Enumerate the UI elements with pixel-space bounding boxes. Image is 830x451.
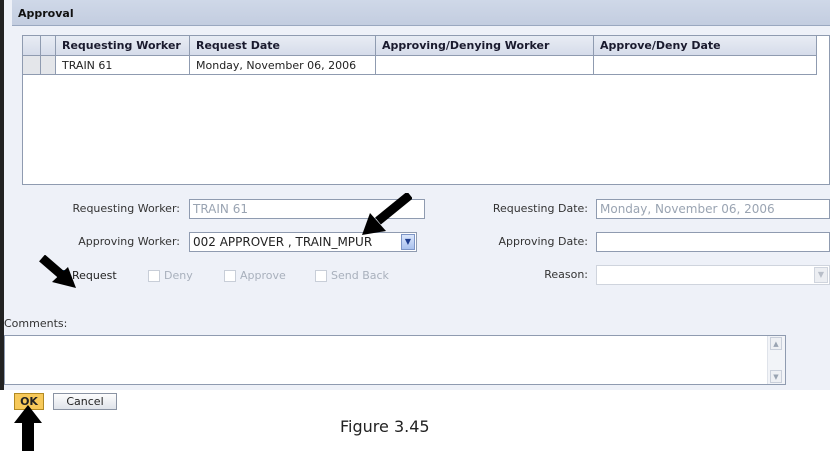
grid-header-row: Requesting Worker Request Date Approving… [23, 36, 817, 56]
requesting-date-label: Requesting Date: [492, 202, 588, 215]
cell-request-date: Monday, November 06, 2006 [189, 55, 376, 75]
column-header[interactable]: Approving/Denying Worker [375, 36, 594, 56]
section-title: Approval [18, 7, 74, 20]
section-header: Approval [12, 0, 830, 26]
reason-label: Reason: [544, 268, 588, 281]
deny-checkbox[interactable] [148, 270, 160, 282]
figure-caption: Figure 3.45 [340, 417, 430, 436]
table-row[interactable]: TRAIN 61 Monday, November 06, 2006 [23, 55, 817, 75]
approving-date-label: Approving Date: [498, 235, 588, 248]
row-selector-header [23, 36, 41, 56]
deny-checkbox-label[interactable]: Deny [164, 269, 193, 283]
comments-textarea[interactable]: ▲ ▼ [4, 335, 786, 385]
cell-approve-date [593, 55, 817, 75]
send-back-checkbox[interactable] [315, 270, 327, 282]
cell-approving-worker [375, 55, 594, 75]
row-marker-header [40, 36, 56, 56]
requesting-date-field: Monday, November 06, 2006 [596, 199, 830, 219]
approving-date-field[interactable] [596, 232, 830, 252]
dropdown-arrow-icon[interactable]: ▼ [814, 267, 828, 283]
column-header[interactable]: Approve/Deny Date [593, 36, 817, 56]
comments-label: Comments: [4, 317, 68, 330]
row-selector[interactable] [23, 55, 41, 75]
scroll-up-icon[interactable]: ▲ [770, 337, 782, 350]
cancel-button[interactable]: Cancel [53, 393, 117, 410]
scroll-down-icon[interactable]: ▼ [770, 370, 782, 383]
request-checkbox-label[interactable]: Request [72, 269, 117, 283]
cell-requesting-worker: TRAIN 61 [55, 55, 190, 75]
comments-scrollbar[interactable]: ▲ ▼ [767, 336, 785, 384]
column-header[interactable]: Requesting Worker [55, 36, 190, 56]
approval-grid: Requesting Worker Request Date Approving… [22, 35, 830, 185]
column-header[interactable]: Request Date [189, 36, 376, 56]
reason-select[interactable]: ▼ [596, 265, 830, 285]
approving-worker-value: 002 APPROVER , TRAIN_MPUR [193, 235, 373, 249]
approve-checkbox-label[interactable]: Approve [240, 269, 286, 283]
approve-checkbox[interactable] [224, 270, 236, 282]
pointer-arrow-icon [14, 405, 42, 451]
send-back-checkbox-label[interactable]: Send Back [331, 269, 389, 283]
pointer-arrow-icon [362, 193, 412, 235]
pointer-arrow-icon [39, 255, 76, 288]
row-marker [40, 55, 56, 75]
approving-worker-label: Approving Worker: [78, 235, 180, 248]
requesting-worker-label: Requesting Worker: [72, 202, 180, 215]
